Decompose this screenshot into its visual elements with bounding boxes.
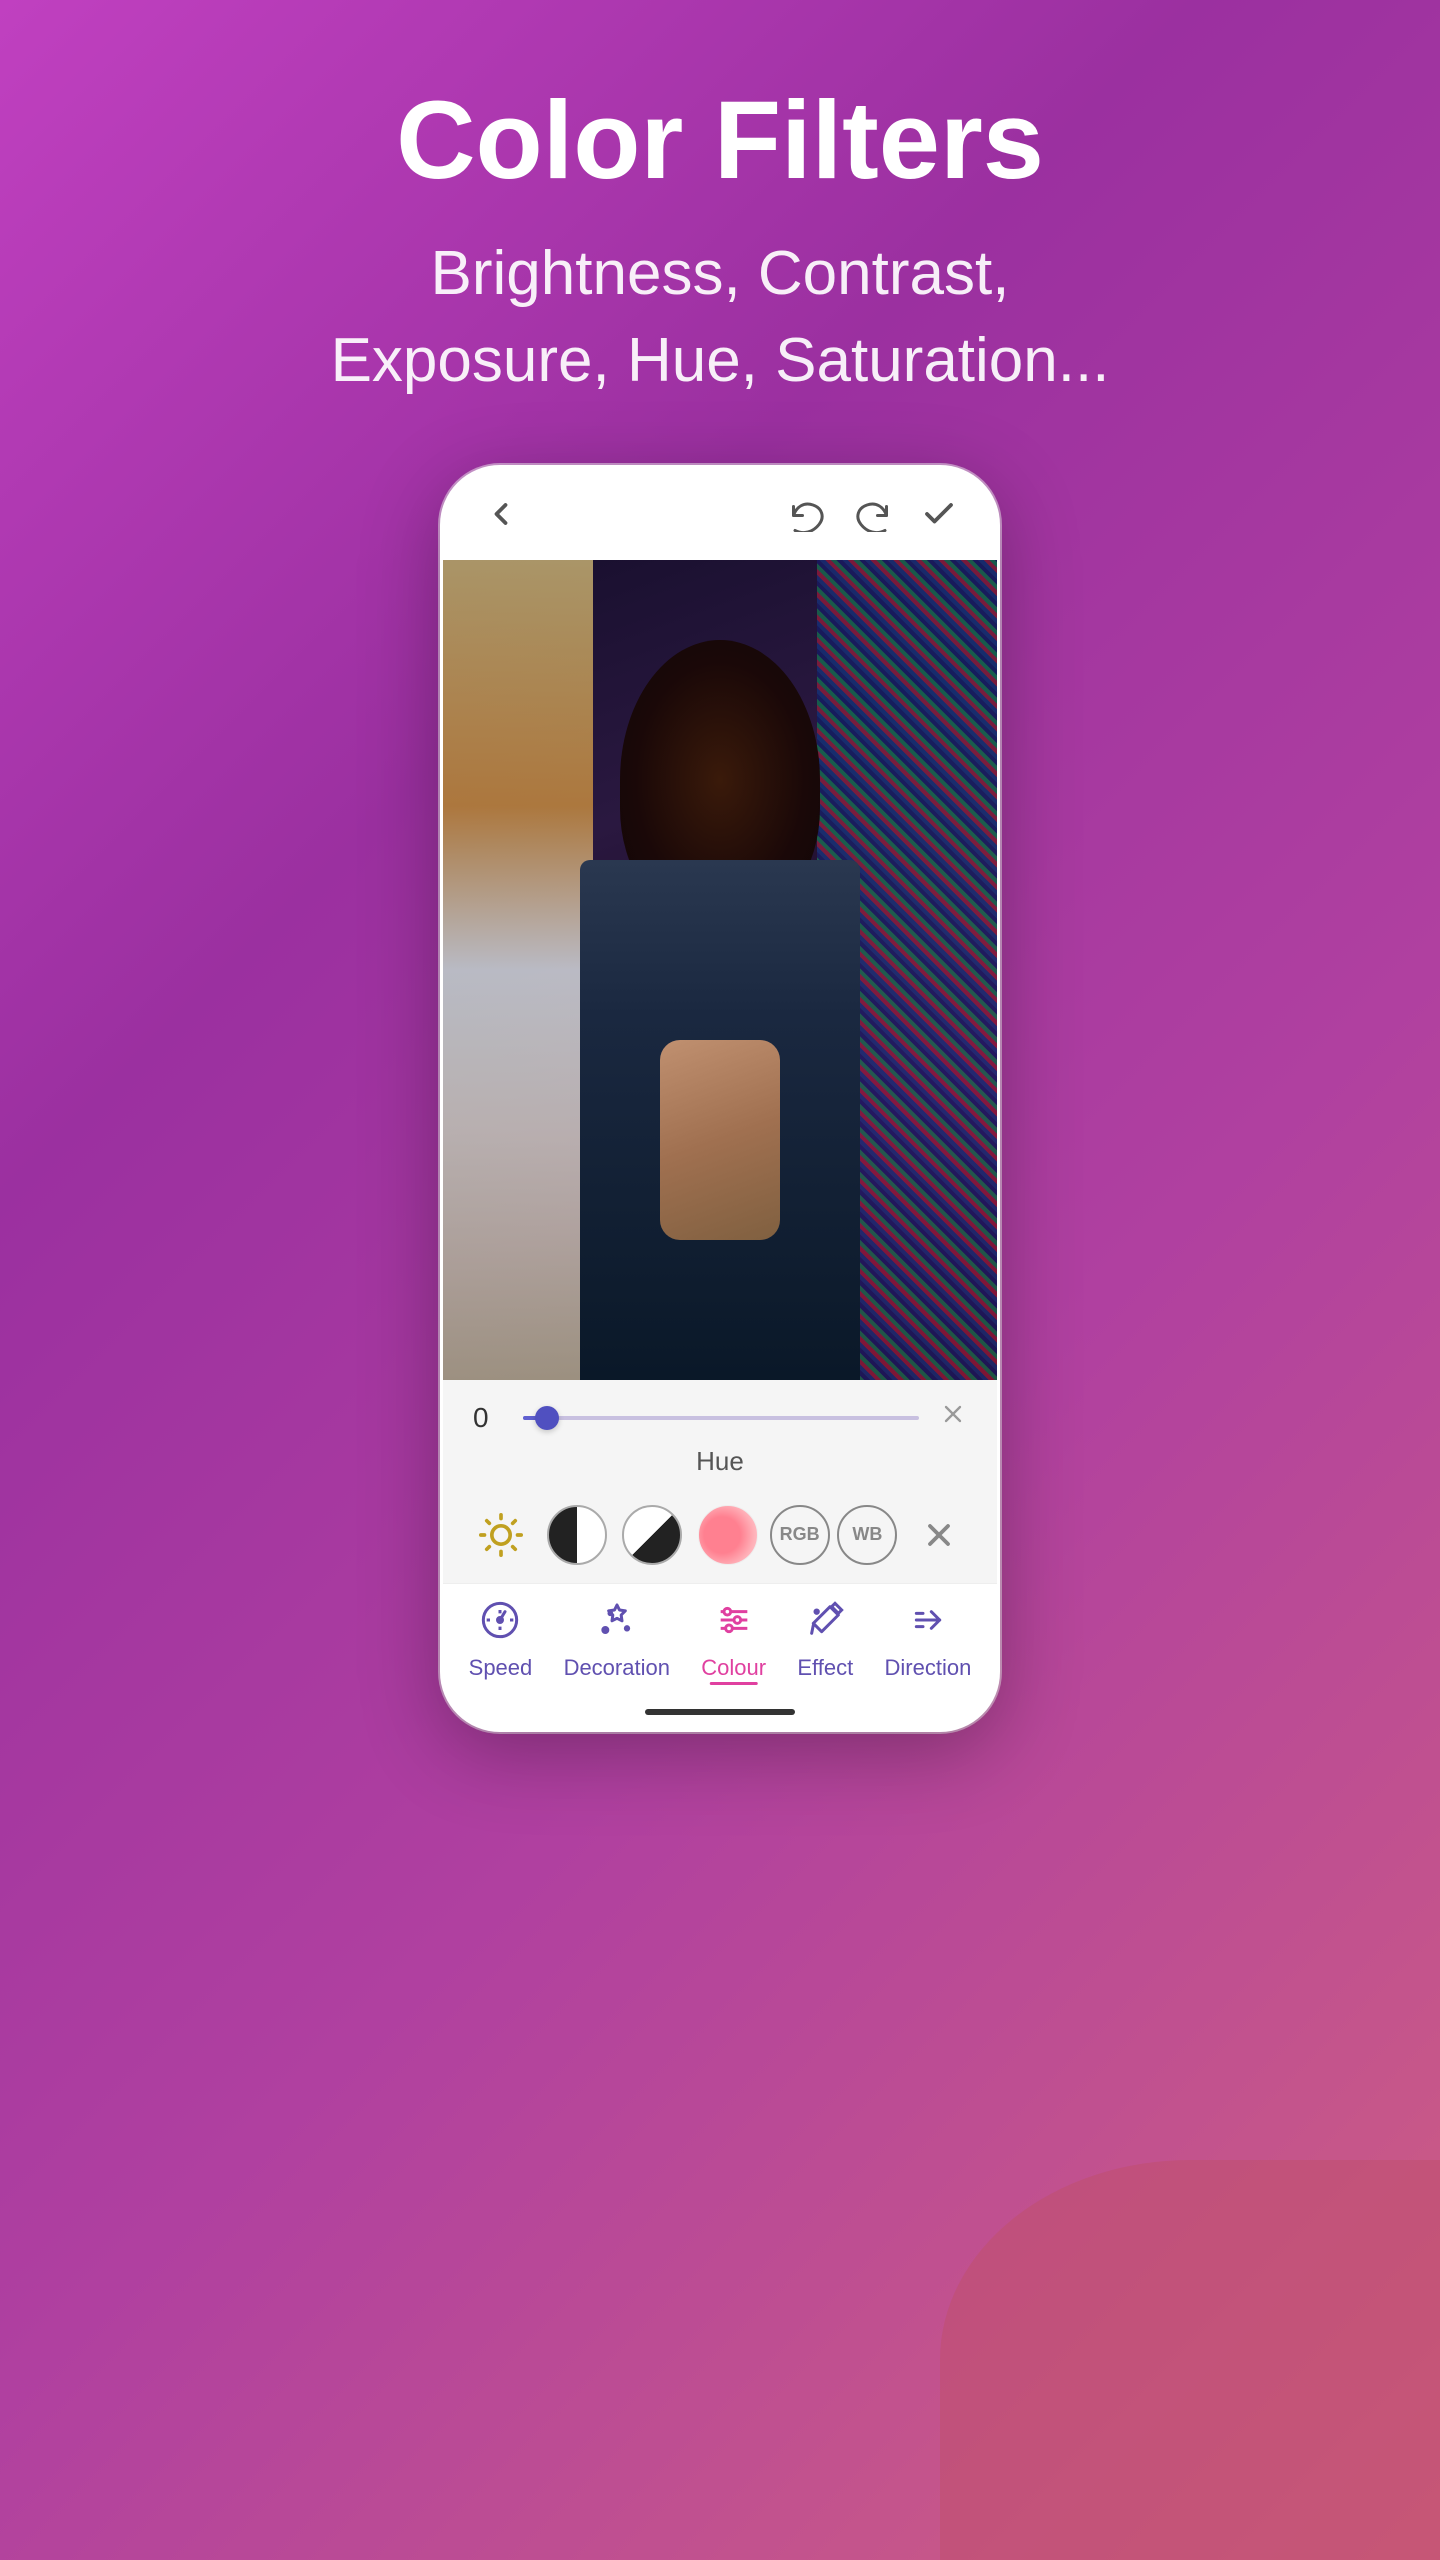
phone-frame: 0 Hue — [440, 465, 1000, 1732]
bg-decoration — [940, 2160, 1440, 2560]
brightness-filter[interactable] — [467, 1501, 535, 1569]
decoration-icon — [597, 1600, 637, 1649]
speed-label: Speed — [469, 1655, 533, 1681]
contrast-filter[interactable] — [543, 1501, 611, 1569]
exposure-filter[interactable] — [618, 1501, 686, 1569]
nav-item-direction[interactable]: Direction — [877, 1600, 980, 1681]
phone-mockup: 0 Hue — [440, 465, 1000, 1732]
back-button[interactable] — [483, 496, 519, 542]
home-bar — [645, 1709, 795, 1715]
photo-content — [443, 560, 997, 1380]
phone-topbar — [443, 468, 997, 560]
topbar-actions — [789, 496, 957, 542]
exposure-icon — [622, 1505, 682, 1565]
nav-item-effect[interactable]: Effect — [789, 1600, 861, 1681]
slider-thumb[interactable] — [535, 1406, 559, 1430]
contrast-icon — [547, 1505, 607, 1565]
header-section: Color Filters Brightness, Contrast,Expos… — [291, 0, 1150, 445]
bottom-nav: Speed Decoration — [443, 1584, 997, 1701]
wb-label: WB — [852, 1524, 882, 1545]
redo-button[interactable] — [855, 496, 891, 542]
rgb-filter[interactable]: RGB — [770, 1505, 830, 1565]
direction-label: Direction — [885, 1655, 972, 1681]
close-filter[interactable] — [905, 1501, 973, 1569]
colour-label: Colour — [701, 1655, 766, 1681]
nav-item-speed[interactable]: Speed — [461, 1600, 541, 1681]
nav-item-colour[interactable]: Colour — [693, 1600, 774, 1681]
slider-track[interactable] — [523, 1416, 919, 1420]
active-underline — [709, 1682, 757, 1685]
undo-button[interactable] — [789, 496, 825, 542]
hue-icon — [698, 1505, 758, 1565]
slider-label: Hue — [443, 1446, 997, 1485]
person-hand — [660, 1040, 780, 1240]
photo-display — [443, 560, 997, 1380]
filter-icons-row: RGB WB — [443, 1485, 997, 1584]
speed-icon — [480, 1600, 520, 1649]
slider-value: 0 — [473, 1402, 503, 1434]
confirm-button[interactable] — [921, 496, 957, 542]
colour-icon — [714, 1600, 754, 1649]
home-indicator — [443, 1701, 997, 1729]
wb-filter[interactable]: WB — [837, 1505, 897, 1565]
direction-icon — [908, 1600, 948, 1649]
page-subtitle: Brightness, Contrast,Exposure, Hue, Satu… — [331, 231, 1110, 405]
slider-close-button[interactable] — [939, 1400, 967, 1436]
decoration-label: Decoration — [564, 1655, 670, 1681]
effect-icon — [805, 1600, 845, 1649]
hue-slider-area[interactable]: 0 — [443, 1380, 997, 1446]
effect-label: Effect — [797, 1655, 853, 1681]
nav-item-decoration[interactable]: Decoration — [556, 1600, 678, 1681]
rgb-label: RGB — [780, 1524, 820, 1545]
hue-filter[interactable] — [694, 1501, 762, 1569]
page-title: Color Filters — [331, 80, 1110, 201]
